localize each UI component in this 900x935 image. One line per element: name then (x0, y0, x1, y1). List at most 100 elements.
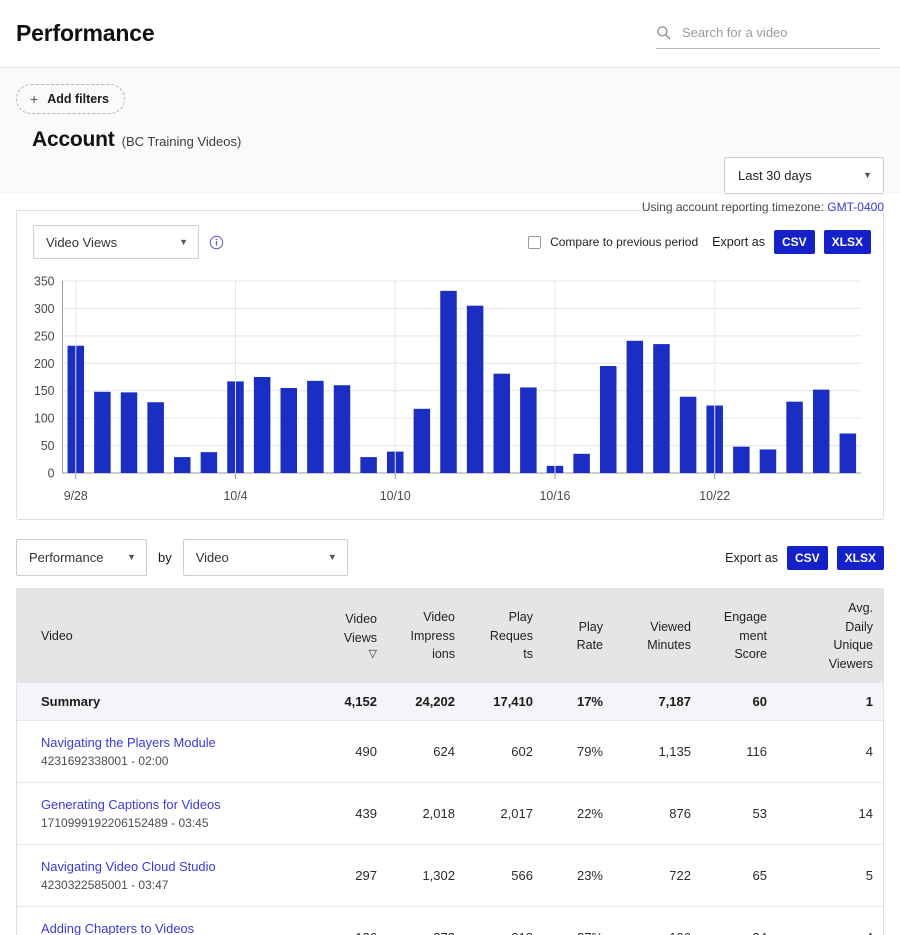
date-range-select[interactable]: Last 30 days ▼ (724, 157, 884, 194)
bar-10/20[interactable] (653, 344, 670, 473)
chart-toolbar: Video Views ▼ Compare to previous period… (17, 211, 883, 269)
account-heading: Account (BC Training Videos) (16, 128, 884, 152)
bar-10/9[interactable] (360, 457, 377, 473)
bar-10/8[interactable] (334, 385, 351, 473)
timezone-prefix: Using account reporting timezone: (642, 200, 824, 214)
video-title-link[interactable]: Navigating the Players Module (41, 735, 303, 750)
filter-bar: + Add filters Last 30 days ▼ Using accou… (0, 68, 900, 194)
summary-avg_daily_unique_viewers: 1 (777, 683, 883, 721)
table-export-label: Export as (725, 551, 778, 565)
timezone-link[interactable]: GMT-0400 (827, 200, 884, 214)
page-title: Performance (16, 20, 154, 47)
x-axis-tick-10/22: 10/22 (699, 489, 730, 503)
table-row: Navigating Video Cloud Studio 42303225850… (17, 845, 883, 907)
bar-10/6[interactable] (281, 388, 298, 473)
bar-10/14[interactable] (493, 374, 510, 473)
bar-9/29[interactable] (94, 392, 111, 473)
performance-table: VideoVideoViews▽VideoImpressionsPlayRequ… (17, 589, 883, 935)
cell-play_requests: 818 (465, 907, 543, 935)
report-type-select[interactable]: Performance ▼ (16, 539, 147, 576)
summary-viewed_minutes: 7,187 (613, 683, 701, 721)
table-header-avg_daily_unique_viewers[interactable]: Avg.DailyUniqueViewers (777, 589, 883, 683)
chart-export-xlsx-button[interactable]: XLSX (824, 230, 871, 254)
bar-10/3[interactable] (201, 452, 218, 473)
table-header-video_views[interactable]: VideoViews▽ (313, 589, 387, 683)
y-axis-tick-350: 350 (34, 274, 55, 288)
summary-row: Summary4,15224,20217,41017%7,187601 (17, 683, 883, 721)
performance-table-wrapper: VideoVideoViews▽VideoImpressionsPlayRequ… (16, 588, 884, 935)
video-meta: 4230322585001 - 03:47 (41, 878, 303, 892)
bar-10/24[interactable] (760, 449, 777, 473)
bar-10/2[interactable] (174, 457, 191, 473)
table-header-video[interactable]: Video (17, 589, 313, 683)
bar-10/5[interactable] (254, 377, 271, 473)
search-input[interactable] (680, 24, 880, 41)
date-range-value: Last 30 days (738, 168, 812, 183)
add-filters-button[interactable]: + Add filters (16, 84, 125, 114)
summary-video_views: 4,152 (313, 683, 387, 721)
x-axis-tick-10/16: 10/16 (540, 489, 571, 503)
table-header-play_requests[interactable]: PlayRequests (465, 589, 543, 683)
cell-avg_daily_unique_viewers: 4 (777, 907, 883, 935)
table-header-video_impressions[interactable]: VideoImpressions (387, 589, 465, 683)
by-label: by (158, 550, 172, 565)
cell-play_rate: 79% (543, 721, 613, 783)
sort-descending-icon: ▽ (323, 647, 377, 661)
bar-9/30[interactable] (121, 392, 138, 473)
bar-10/13[interactable] (467, 306, 484, 473)
video-meta: 4231692338001 - 02:00 (41, 754, 303, 768)
y-axis-tick-150: 150 (34, 384, 55, 398)
bar-10/25[interactable] (786, 402, 803, 473)
bar-10/7[interactable] (307, 381, 324, 473)
summary-video_impressions: 24,202 (387, 683, 465, 721)
bar-undefined[interactable] (840, 434, 857, 473)
x-axis-tick-10/4: 10/4 (224, 489, 248, 503)
cell-viewed_minutes: 722 (613, 845, 701, 907)
table-header-play_rate[interactable]: PlayRate (543, 589, 613, 683)
chevron-down-icon: ▼ (127, 553, 136, 562)
chart-export-csv-button[interactable]: CSV (774, 230, 815, 254)
cell-avg_daily_unique_viewers: 5 (777, 845, 883, 907)
table-row: Navigating the Players Module 42316923380… (17, 721, 883, 783)
summary-play_rate: 17% (543, 683, 613, 721)
y-axis-tick-200: 200 (34, 357, 55, 371)
table-export-xlsx-button[interactable]: XLSX (837, 546, 884, 570)
cell-engagement_score: 53 (701, 783, 777, 845)
video-title-link[interactable]: Navigating Video Cloud Studio (41, 859, 303, 874)
compare-checkbox[interactable] (528, 236, 541, 249)
chart-export-label: Export as (712, 235, 765, 249)
bar-10/15[interactable] (520, 387, 537, 473)
bar-10/17[interactable] (573, 454, 590, 473)
table-header-viewed_minutes[interactable]: ViewedMinutes (613, 589, 701, 683)
table-header-engagement_score[interactable]: EngagementScore (701, 589, 777, 683)
video-title-link[interactable]: Adding Chapters to Videos (41, 921, 303, 935)
bar-10/1[interactable] (147, 402, 164, 473)
cell-play_rate: 37% (543, 907, 613, 935)
bar-10/23[interactable] (733, 447, 750, 473)
video-title-link[interactable]: Generating Captions for Videos (41, 797, 303, 812)
dimension-select[interactable]: Video ▼ (183, 539, 348, 576)
metric-select[interactable]: Video Views ▼ (33, 225, 199, 259)
chevron-down-icon: ▼ (328, 553, 337, 562)
table-head: VideoVideoViews▽VideoImpressionsPlayRequ… (17, 589, 883, 683)
x-axis-tick-9/28: 9/28 (64, 489, 88, 503)
bar-10/19[interactable] (627, 341, 644, 473)
bar-10/11[interactable] (414, 409, 431, 473)
bar-10/21[interactable] (680, 397, 697, 473)
compare-label[interactable]: Compare to previous period (550, 235, 698, 249)
bar-10/26[interactable] (813, 390, 830, 473)
account-subtitle: (BC Training Videos) (122, 134, 242, 149)
chevron-down-icon: ▼ (179, 238, 188, 247)
bar-10/12[interactable] (440, 291, 457, 473)
search-field[interactable] (656, 24, 880, 49)
cell-viewed_minutes: 196 (613, 907, 701, 935)
chart-card: Video Views ▼ Compare to previous period… (16, 210, 884, 520)
info-icon[interactable] (209, 235, 224, 250)
table-export-csv-button[interactable]: CSV (787, 546, 828, 570)
cell-video_impressions: 2,018 (387, 783, 465, 845)
video-cell: Navigating the Players Module 42316923380… (17, 721, 313, 783)
y-axis-tick-0: 0 (48, 466, 55, 480)
metric-select-value: Video Views (46, 235, 117, 250)
bar-10/18[interactable] (600, 366, 617, 473)
add-filters-label: Add filters (47, 93, 109, 106)
